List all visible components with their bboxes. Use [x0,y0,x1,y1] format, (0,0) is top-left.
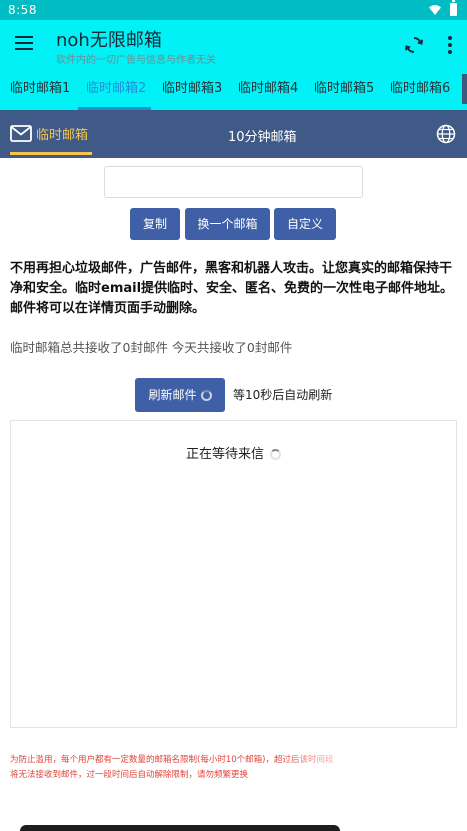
tab-mailbox-3[interactable]: 临时邮箱3 [162,70,222,110]
waiting-spinner-icon [270,449,281,460]
app-screen: 8:58 noh无限邮箱 软件内的一切广告与信息与作者无关 临时邮箱1 临时邮箱… [0,0,467,831]
app-subtitle: 软件内的一切广告与信息与作者无关 [56,55,216,66]
refresh-icon[interactable] [403,34,425,56]
status-bar: 8:58 [0,0,467,20]
tabs-scroll-edge [462,74,467,104]
temp-mail-tab-indicator [10,152,92,155]
tab-mailbox-1[interactable]: 临时邮箱1 [10,70,70,110]
email-address-field[interactable] [104,166,363,198]
more-vertical-icon[interactable] [440,34,460,56]
inbox-panel: 正在等待来信 [10,420,457,728]
tab-mailbox-4[interactable]: 临时邮箱4 [238,70,298,110]
ten-minute-mail-tab[interactable]: 10分钟邮箱 [228,126,297,145]
battery-icon [450,0,457,16]
tab-mailbox-5[interactable]: 临时邮箱5 [314,70,374,110]
app-title: noh无限邮箱 [56,30,162,51]
tab-mailbox-6[interactable]: 临时邮箱6 [390,70,450,110]
refresh-mail-button[interactable]: 刷新邮件 [135,378,225,412]
auto-refresh-hint: 等10秒后自动刷新 [233,388,333,402]
refresh-mail-label: 刷新邮件 [148,388,197,402]
change-mailbox-button[interactable]: 换一个邮箱 [185,208,270,240]
hamburger-menu-icon[interactable] [15,36,33,50]
waiting-status: 正在等待来信 [11,443,456,462]
bottom-gesture-bar [20,825,340,831]
tab-mailbox-2[interactable]: 临时邮箱2 [86,70,146,110]
custom-mailbox-button[interactable]: 自定义 [274,208,336,240]
temp-mail-tab[interactable]: 临时邮箱 [36,124,88,143]
intro-text: 不用再担心垃圾邮件，广告邮件，黑客和机器人攻击。让您真实的邮箱保持干净和安全。临… [10,261,454,316]
loading-spinner-icon [200,390,212,401]
mail-stats: 临时邮箱总共接收了0封邮件 今天共接收了0封邮件 [10,340,293,355]
mailbox-tabs: 临时邮箱1 临时邮箱2 临时邮箱3 临时邮箱4 临时邮箱5 临时邮箱6 [0,70,467,110]
fade-overlay [280,730,467,790]
app-bar: noh无限邮箱 软件内的一切广告与信息与作者无关 [0,20,467,70]
wifi-icon [429,5,441,15]
status-time: 8:58 [8,3,37,17]
globe-icon[interactable] [436,124,456,144]
mail-type-nav: 临时邮箱 10分钟邮箱 [0,110,467,158]
copy-button[interactable]: 复制 [130,208,180,240]
mail-icon [10,125,32,142]
waiting-text: 正在等待来信 [185,447,264,462]
